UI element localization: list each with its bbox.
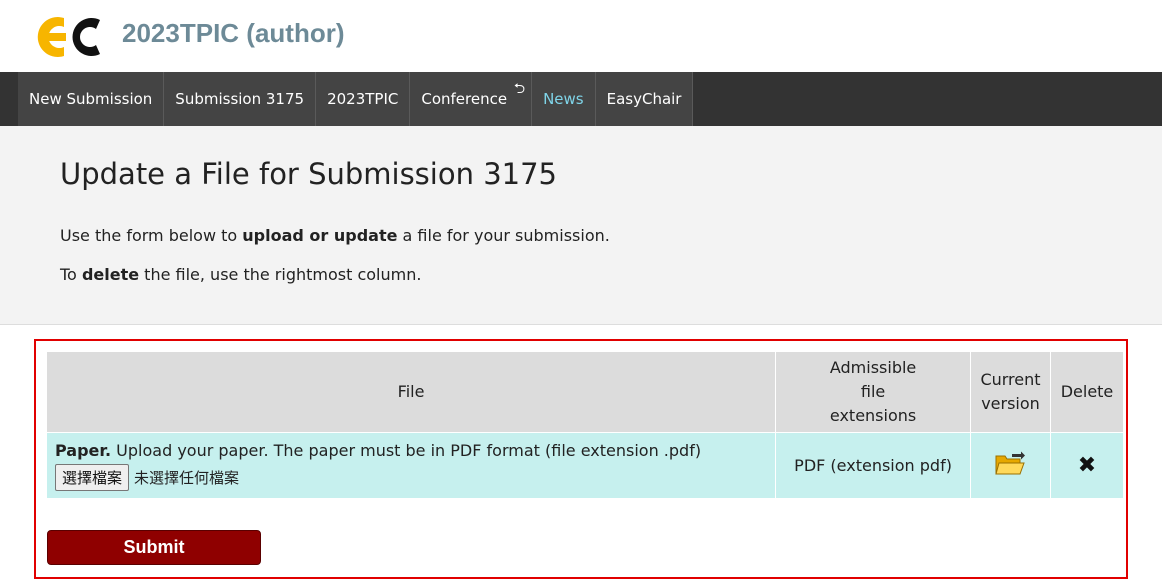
text: Admissible bbox=[829, 358, 917, 377]
main-nav: New Submission Submission 3175 2023TPIC … bbox=[0, 72, 1162, 126]
return-arrow-icon: ⮌ bbox=[513, 81, 526, 97]
cell-file: Paper. Upload your paper. The paper must… bbox=[45, 432, 777, 499]
text: Use the form below to bbox=[60, 226, 243, 245]
table-row: Paper. Upload your paper. The paper must… bbox=[45, 432, 1125, 499]
submit-button[interactable]: Submit bbox=[47, 530, 261, 565]
header-file: File bbox=[45, 351, 777, 433]
choose-file-button[interactable]: 選擇檔案 bbox=[55, 464, 130, 491]
cell-delete: ✖ bbox=[1049, 432, 1125, 499]
nav-label: Submission 3175 bbox=[175, 90, 305, 108]
intro-line-upload: Use the form below to upload or update a… bbox=[60, 226, 610, 245]
nav-submission-3175[interactable]: Submission 3175 bbox=[164, 72, 317, 126]
file-picker: 選擇檔案 未選擇任何檔案 bbox=[55, 464, 767, 491]
nav-easychair[interactable]: EasyChair bbox=[595, 72, 694, 126]
folder-open-icon[interactable] bbox=[994, 450, 1026, 478]
text: a file for your submission. bbox=[397, 226, 610, 245]
page-title: Update a File for Submission 3175 bbox=[60, 157, 557, 191]
text-bold: upload or update bbox=[242, 226, 398, 245]
nav-label: EasyChair bbox=[606, 90, 682, 108]
intro-panel: Update a File for Submission 3175 Use th… bbox=[0, 126, 1162, 325]
cell-extensions: PDF (extension pdf) bbox=[775, 432, 971, 499]
paper-description: Paper. Upload your paper. The paper must… bbox=[55, 440, 767, 462]
app-title: 2023TPIC (author) bbox=[122, 18, 345, 48]
text: extensions bbox=[829, 406, 917, 425]
close-icon[interactable]: ✖ bbox=[1078, 454, 1096, 477]
nav-label: New Submission bbox=[29, 90, 153, 108]
text: Upload your paper. The paper must be in … bbox=[111, 441, 702, 460]
nav-new-submission[interactable]: New Submission bbox=[18, 72, 165, 126]
nav-label: News bbox=[543, 90, 584, 108]
header: 2023TPIC (author) bbox=[0, 0, 1162, 72]
cell-current-version bbox=[970, 432, 1051, 499]
nav-conference[interactable]: Conference ⮌ bbox=[410, 72, 533, 126]
header-current-version: Current version bbox=[970, 351, 1051, 433]
intro-line-delete: To delete the file, use the rightmost co… bbox=[60, 265, 421, 284]
nav-label: Conference bbox=[421, 90, 508, 108]
easychair-logo-icon[interactable] bbox=[34, 12, 104, 62]
text: file bbox=[860, 382, 886, 401]
no-file-chosen-text: 未選擇任何檔案 bbox=[134, 469, 240, 487]
nav-2023tpic[interactable]: 2023TPIC bbox=[316, 72, 411, 126]
header-extensions: Admissible file extensions bbox=[775, 351, 971, 433]
table-header-row: File Admissible file extensions Current … bbox=[45, 351, 1125, 433]
text: the file, use the rightmost column. bbox=[139, 265, 422, 284]
text-bold: delete bbox=[81, 265, 140, 284]
nav-news[interactable]: News bbox=[532, 72, 596, 126]
text: To bbox=[60, 265, 82, 284]
nav-label: 2023TPIC bbox=[327, 90, 399, 108]
file-type-name: Paper. bbox=[55, 441, 112, 460]
header-delete: Delete bbox=[1049, 351, 1125, 433]
text: Current bbox=[980, 370, 1041, 389]
text: version bbox=[981, 394, 1040, 413]
file-table: File Admissible file extensions Current … bbox=[45, 351, 1125, 499]
